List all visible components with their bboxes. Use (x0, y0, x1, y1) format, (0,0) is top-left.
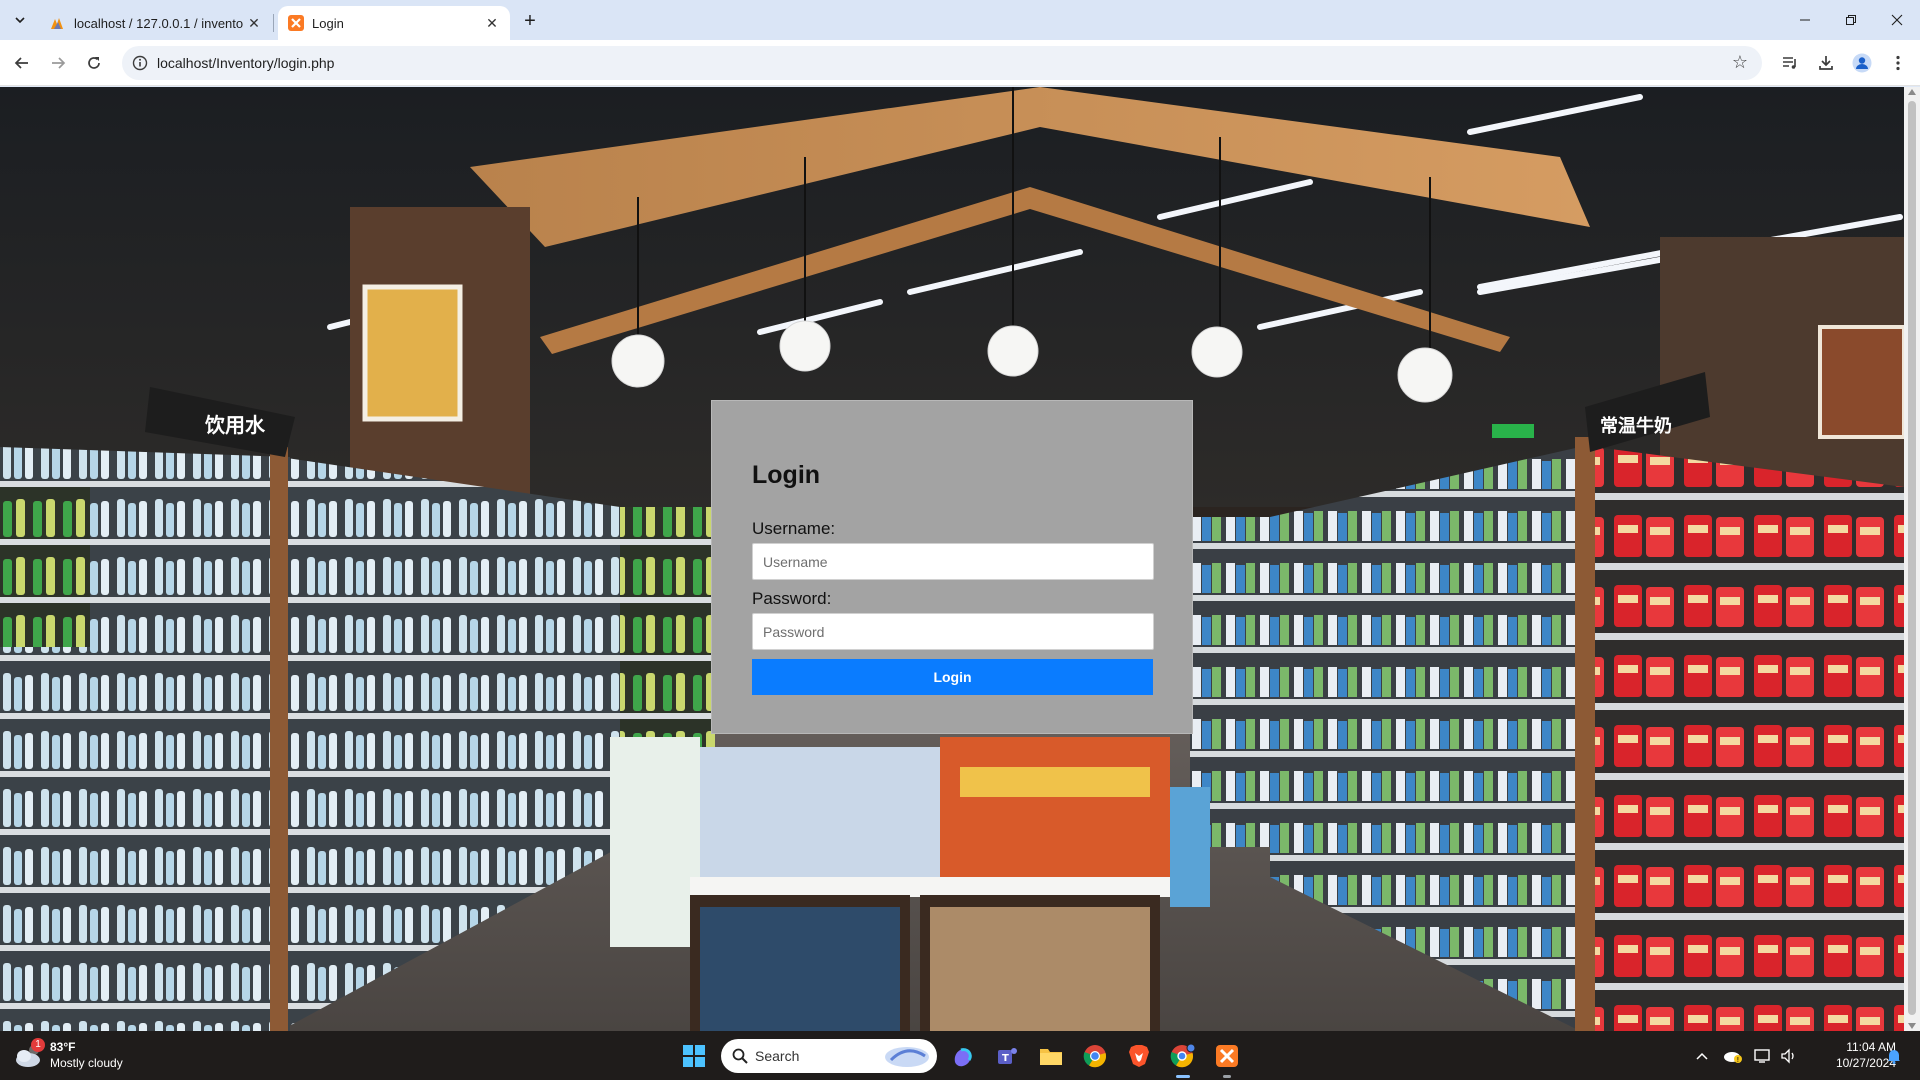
login-heading: Login (752, 461, 821, 489)
cloud-warning-icon: ! (1724, 1052, 1742, 1064)
svg-text:饮用水: 饮用水 (204, 413, 266, 437)
bell-icon (1888, 1050, 1900, 1064)
page-scrollbar[interactable] (1904, 87, 1920, 1031)
username-label: Username: (752, 519, 836, 538)
volume-tray-button[interactable] (1778, 1045, 1800, 1067)
chevron-down-icon (15, 17, 25, 24)
login-panel: Login Username: Password: Login (711, 400, 1193, 734)
arrow-right-icon (52, 57, 66, 69)
forward-button[interactable] (44, 49, 72, 77)
active-app-indicator (1176, 1075, 1190, 1078)
scrollbar-thumb[interactable] (1908, 101, 1916, 1015)
search-icon (732, 1048, 748, 1064)
tab-separator (273, 14, 274, 32)
clock-time: 11:04 AM (1846, 1040, 1896, 1054)
running-app-indicator (1223, 1075, 1231, 1078)
minimize-button[interactable] (1782, 6, 1828, 34)
teams-app[interactable]: T (991, 1040, 1023, 1072)
taskbar-clock[interactable]: 11:04 AM 10/27/2024 (1806, 1039, 1896, 1071)
site-info-icon[interactable] (132, 55, 148, 71)
copilot-app[interactable] (947, 1040, 979, 1072)
menu-button[interactable] (1884, 49, 1912, 77)
close-icon[interactable]: ✕ (244, 13, 264, 33)
folder-icon (1040, 1049, 1062, 1065)
media-controls-button[interactable] (1776, 49, 1804, 77)
profile-button[interactable] (1848, 49, 1876, 77)
svg-text:T: T (1002, 1053, 1009, 1064)
downloads-button[interactable] (1812, 49, 1840, 77)
weather-condition: Mostly cloudy (50, 1056, 123, 1070)
reload-button[interactable] (80, 49, 108, 77)
show-hidden-icons-button[interactable] (1694, 1045, 1710, 1067)
tab-search-button[interactable] (6, 8, 34, 32)
start-button[interactable] (678, 1040, 710, 1072)
tab-phpmyadmin[interactable]: localhost / 127.0.0.1 / inventory ✕ (40, 6, 272, 40)
reload-icon (88, 57, 100, 69)
tab-login[interactable]: Login ✕ (278, 6, 510, 40)
arrow-left-icon (14, 57, 28, 69)
brave-lion-icon (1129, 1045, 1149, 1067)
close-window-button[interactable] (1874, 6, 1920, 34)
taskbar: 1 83°F Mostly cloudy Search T ! 11:04 AM… (0, 1031, 1920, 1080)
page-viewport: 饮用水 常温牛奶 Login Username: Password: Login (0, 87, 1904, 1031)
network-icon (1754, 1049, 1770, 1063)
chrome-profile-icon (1170, 1043, 1196, 1068)
download-icon (1819, 56, 1833, 70)
weather-widget[interactable]: 1 83°F Mostly cloudy (14, 1038, 144, 1074)
url-text[interactable]: localhost/Inventory/login.php (157, 55, 334, 71)
network-tray-button[interactable] (1752, 1045, 1774, 1067)
close-icon (1891, 14, 1903, 26)
teams-icon: T (998, 1048, 1017, 1064)
chrome-active-app[interactable] (1167, 1040, 1199, 1078)
address-bar[interactable]: localhost/Inventory/login.php ☆ (122, 46, 1762, 80)
tab-strip: localhost / 127.0.0.1 / inventory ✕ Logi… (0, 0, 1920, 40)
browser-toolbar: localhost/Inventory/login.php ☆ (0, 40, 1920, 86)
playlist-icon (1783, 57, 1796, 69)
tab-title: Login (312, 15, 344, 31)
chrome-icon (1083, 1045, 1107, 1068)
phpmyadmin-favicon-icon (51, 18, 63, 29)
more-vertical-icon (1896, 55, 1900, 71)
new-tab-button[interactable]: + (518, 9, 542, 33)
password-input[interactable] (752, 613, 1154, 650)
minimize-icon (1800, 19, 1810, 21)
scroll-down-arrow-icon[interactable] (1908, 1023, 1916, 1029)
taskbar-search[interactable]: Search (721, 1039, 937, 1073)
back-button[interactable] (8, 49, 36, 77)
copilot-icon (954, 1048, 972, 1067)
notifications-button[interactable] (1884, 1045, 1904, 1067)
svg-text:常温牛奶: 常温牛奶 (1600, 415, 1672, 437)
restore-icon (1846, 15, 1856, 25)
xampp-icon (1216, 1045, 1238, 1067)
avatar-icon (1852, 53, 1872, 73)
search-label: Search (755, 1048, 800, 1064)
onedrive-tray-button[interactable]: ! (1722, 1045, 1744, 1067)
weather-temp: 83°F (50, 1040, 76, 1054)
speaker-icon (1781, 1048, 1794, 1064)
bookmark-star-icon[interactable]: ☆ (1732, 52, 1748, 73)
svg-text:!: ! (1737, 1056, 1740, 1064)
restore-button[interactable] (1828, 6, 1874, 34)
xampp-app[interactable] (1211, 1040, 1243, 1078)
weather-badge: 1 (31, 1038, 45, 1052)
chrome-app[interactable] (1079, 1040, 1111, 1072)
username-input[interactable] (752, 543, 1154, 580)
xampp-favicon-icon (288, 15, 304, 31)
tab-title: localhost / 127.0.0.1 / inventory (74, 15, 244, 31)
scroll-up-arrow-icon[interactable] (1908, 89, 1916, 95)
close-icon[interactable]: ✕ (482, 13, 502, 33)
brave-app[interactable] (1123, 1040, 1155, 1072)
clock-date: 10/27/2024 (1835, 1056, 1896, 1070)
file-explorer-app[interactable] (1035, 1040, 1067, 1072)
search-highlight-icon (885, 1047, 929, 1067)
password-label: Password: (752, 589, 832, 608)
login-button[interactable]: Login (752, 659, 1153, 695)
chevron-up-icon (1696, 1052, 1708, 1060)
windows-logo-icon (683, 1045, 705, 1067)
